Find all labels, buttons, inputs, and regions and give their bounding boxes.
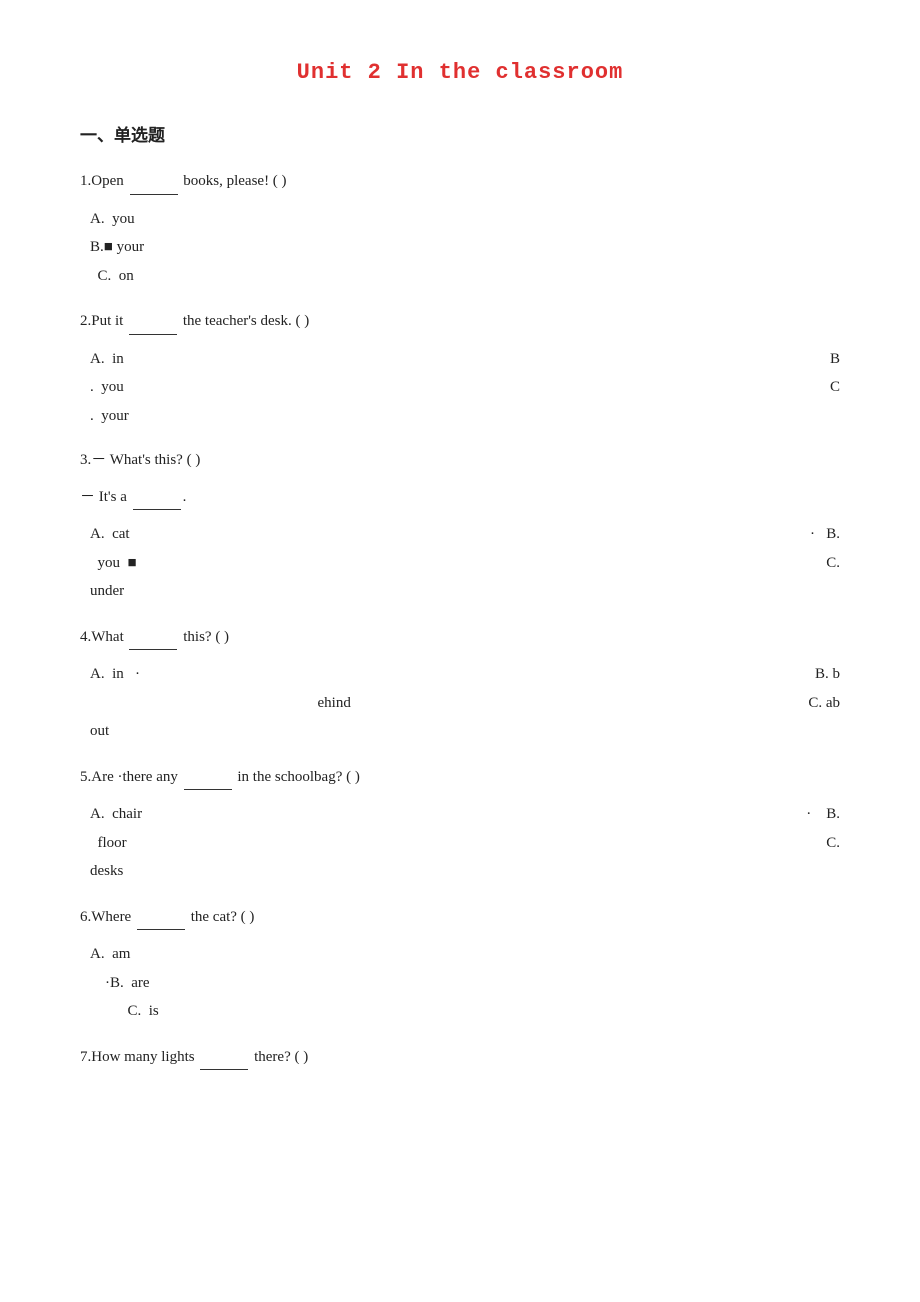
question-stem-7: 7.How many lights there? ( )	[80, 1044, 840, 1071]
question-stem-3a: 3.－ What's this? ( )	[80, 448, 840, 474]
question-block-2: 2.Put it the teacher's desk. ( ) A. inB …	[80, 308, 840, 430]
question-block-4: 4.What this? ( ) A. in ·B. b ehind C. ab…	[80, 624, 840, 746]
options-6: A. am ·B. are C. is	[90, 940, 840, 1026]
question-block-5: 5.Are ·there any in the schoolbag? ( ) A…	[80, 764, 840, 886]
question-block-3: 3.－ What's this? ( ) － It's a . A. cat· …	[80, 448, 840, 606]
question-block-6: 6.Where the cat? ( ) A. am ·B. are C. is	[80, 904, 840, 1026]
question-stem-4: 4.What this? ( )	[80, 624, 840, 651]
question-block-1: 1.Open books, please! ( ) A. you B.■ you…	[80, 168, 840, 290]
options-3: A. cat· B. you ■C. under	[90, 520, 840, 606]
question-stem-1: 1.Open books, please! ( )	[80, 168, 840, 195]
page-title: Unit 2 In the classroom	[80, 60, 840, 85]
section-title: 一、单选题	[80, 121, 840, 146]
options-2: A. inB . youC . your	[90, 345, 840, 431]
question-stem-2: 2.Put it the teacher's desk. ( )	[80, 308, 840, 335]
options-5: A. chair· B. floorC. desks	[90, 800, 840, 886]
options-4: A. in ·B. b ehind C. ab out	[90, 660, 840, 746]
question-stem-5: 5.Are ·there any in the schoolbag? ( )	[80, 764, 840, 791]
question-stem-6: 6.Where the cat? ( )	[80, 904, 840, 931]
question-stem-3b: － It's a .	[80, 484, 840, 511]
question-block-7: 7.How many lights there? ( )	[80, 1044, 840, 1071]
options-1: A. you B.■ your C. on	[90, 205, 840, 291]
